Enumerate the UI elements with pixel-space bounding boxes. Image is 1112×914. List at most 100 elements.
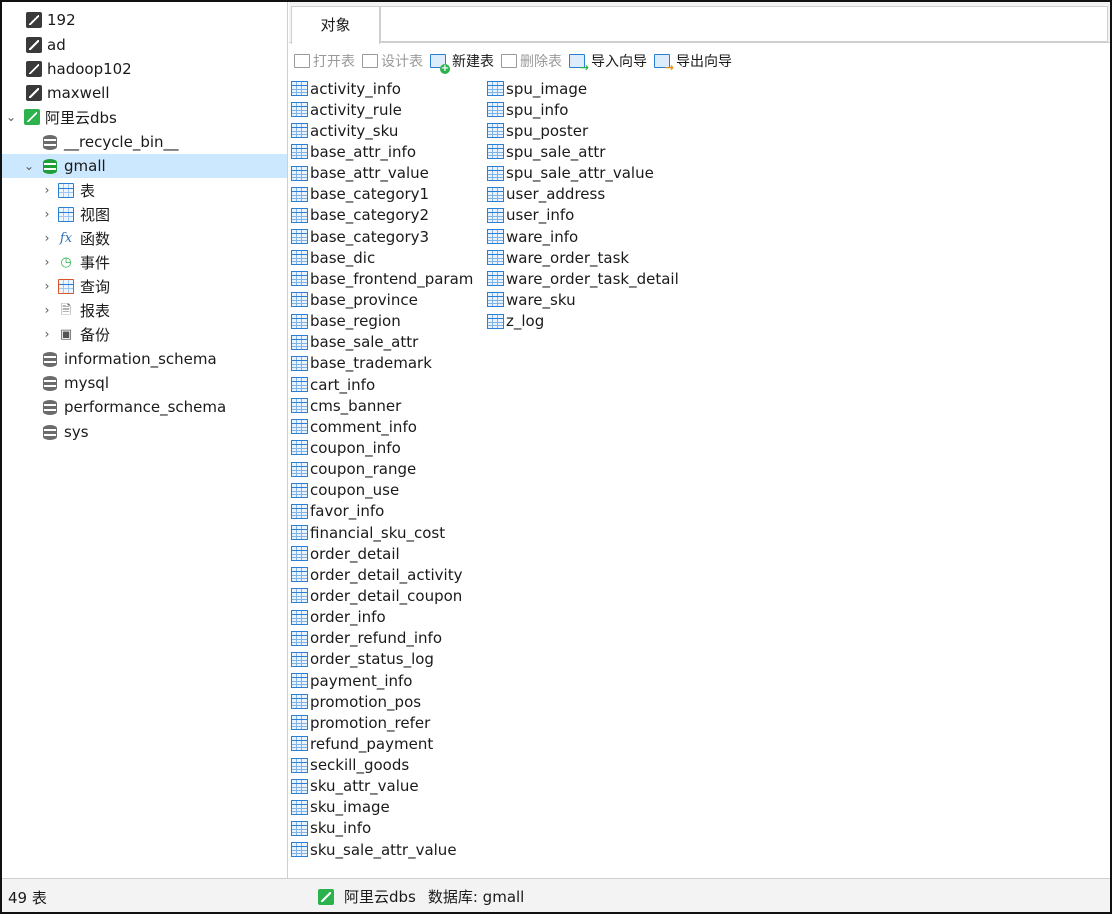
table-item[interactable]: base_region [291, 311, 473, 332]
database-icon [43, 351, 57, 367]
table-item[interactable]: activity_sku [291, 120, 473, 141]
open-table-button[interactable]: 打开表 [294, 51, 355, 71]
tree-connection-ad[interactable]: ad [2, 33, 287, 57]
tree-node-tables[interactable]: › 表 [2, 178, 287, 202]
table-item[interactable]: spu_info [487, 99, 679, 120]
database-icon [43, 375, 57, 391]
table-icon [291, 567, 308, 583]
table-item[interactable]: spu_image [487, 78, 679, 99]
table-item[interactable]: z_log [487, 311, 679, 332]
table-item[interactable]: comment_info [291, 416, 473, 437]
table-item[interactable]: sku_sale_attr_value [291, 839, 473, 860]
import-wizard-button[interactable]: 导入向导 [569, 51, 647, 73]
table-item[interactable]: order_detail [291, 543, 473, 564]
tree-db-sys[interactable]: sys [2, 420, 287, 444]
table-item[interactable]: sku_attr_value [291, 776, 473, 797]
tab-objects[interactable]: 对象 [291, 6, 380, 44]
table-item[interactable]: spu_poster [487, 120, 679, 141]
table-item[interactable]: base_attr_value [291, 163, 473, 184]
table-item[interactable]: spu_sale_attr [487, 141, 679, 162]
chevron-down-icon[interactable]: ⌄ [4, 110, 18, 124]
table-item[interactable]: sku_info [291, 818, 473, 839]
tree-db-gmall[interactable]: ⌄ gmall [2, 154, 287, 178]
export-wizard-button[interactable]: 导出向导 [654, 51, 732, 73]
table-item[interactable]: activity_rule [291, 99, 473, 120]
table-item[interactable]: base_category1 [291, 184, 473, 205]
table-item[interactable]: coupon_range [291, 459, 473, 480]
table-item[interactable]: ware_sku [487, 289, 679, 310]
table-name: spu_poster [506, 121, 589, 140]
table-icon [291, 81, 308, 97]
chevron-right-icon[interactable]: › [40, 255, 54, 269]
table-icon [487, 229, 504, 245]
table-item[interactable]: base_category3 [291, 226, 473, 247]
table-item[interactable]: base_sale_attr [291, 332, 473, 353]
tree-db-recycle-bin[interactable]: __recycle_bin__ [2, 130, 287, 154]
table-item[interactable]: base_attr_info [291, 141, 473, 162]
tree-node-events[interactable]: › ◷ 事件 [2, 250, 287, 274]
tree-node-functions[interactable]: › fx 函数 [2, 226, 287, 250]
design-table-button[interactable]: 设计表 [362, 51, 423, 71]
table-item[interactable]: cms_banner [291, 395, 473, 416]
tree-connection-maxwell[interactable]: maxwell [2, 81, 287, 105]
tree-node-backups[interactable]: › ▣ 备份 [2, 322, 287, 346]
table-name: order_detail [310, 544, 400, 563]
table-item[interactable]: ware_order_task_detail [487, 268, 679, 289]
table-icon [487, 250, 504, 266]
chevron-right-icon[interactable]: › [40, 303, 54, 317]
table-item[interactable]: sku_image [291, 797, 473, 818]
chevron-right-icon[interactable]: › [40, 327, 54, 341]
table-icon [291, 461, 308, 477]
tree-node-queries[interactable]: › 查询 [2, 274, 287, 298]
tree-db-mysql[interactable]: mysql [2, 371, 287, 395]
table-item[interactable]: financial_sku_cost [291, 522, 473, 543]
table-item[interactable]: order_info [291, 607, 473, 628]
table-item[interactable]: ware_order_task [487, 247, 679, 268]
table-item[interactable]: user_info [487, 205, 679, 226]
table-item[interactable]: order_detail_activity [291, 564, 473, 585]
new-table-button[interactable]: 新建表 [430, 51, 494, 74]
open-table-icon [294, 54, 310, 68]
table-item[interactable]: refund_payment [291, 733, 473, 754]
table-icon [487, 123, 504, 139]
tree-node-views[interactable]: › 视图 [2, 202, 287, 226]
table-item[interactable]: ware_info [487, 226, 679, 247]
table-item[interactable]: order_refund_info [291, 628, 473, 649]
table-item[interactable]: promotion_refer [291, 712, 473, 733]
chevron-right-icon[interactable]: › [40, 207, 54, 221]
table-item[interactable]: order_status_log [291, 649, 473, 670]
table-item[interactable]: promotion_pos [291, 691, 473, 712]
connection-icon [26, 61, 42, 77]
table-item[interactable]: payment_info [291, 670, 473, 691]
table-item[interactable]: seckill_goods [291, 755, 473, 776]
table-item[interactable]: base_trademark [291, 353, 473, 374]
tree-db-information-schema[interactable]: information_schema [2, 347, 287, 371]
tree-connection-192[interactable]: 192 [2, 8, 287, 32]
chevron-right-icon[interactable]: › [40, 279, 54, 293]
table-item[interactable]: coupon_use [291, 480, 473, 501]
tree-label: 事件 [80, 253, 111, 272]
tree-connection-hadoop102[interactable]: hadoop102 [2, 57, 287, 81]
table-item[interactable]: user_address [487, 184, 679, 205]
delete-table-button[interactable]: 删除表 [501, 51, 562, 71]
table-icon [291, 292, 308, 308]
table-item[interactable]: favor_info [291, 501, 473, 522]
table-icon [291, 546, 308, 562]
table-item[interactable]: base_frontend_param [291, 268, 473, 289]
chevron-right-icon[interactable]: › [40, 231, 54, 245]
table-name: base_frontend_param [310, 269, 474, 288]
tree-db-performance-schema[interactable]: performance_schema [2, 395, 287, 419]
table-item[interactable]: order_detail_coupon [291, 585, 473, 606]
chevron-down-icon[interactable]: ⌄ [22, 159, 36, 173]
table-item[interactable]: cart_info [291, 374, 473, 395]
table-item[interactable]: activity_info [291, 78, 473, 99]
tree-node-reports[interactable]: › 🗎 报表 [2, 298, 287, 322]
chevron-right-icon[interactable]: › [40, 183, 54, 197]
report-icon: 🗎 [60, 302, 72, 318]
table-item[interactable]: coupon_info [291, 437, 473, 458]
table-item[interactable]: spu_sale_attr_value [487, 163, 679, 184]
table-item[interactable]: base_province [291, 289, 473, 310]
table-item[interactable]: base_category2 [291, 205, 473, 226]
table-item[interactable]: base_dic [291, 247, 473, 268]
tree-connection-aliyun[interactable]: ⌄ 阿里云dbs [2, 105, 287, 129]
